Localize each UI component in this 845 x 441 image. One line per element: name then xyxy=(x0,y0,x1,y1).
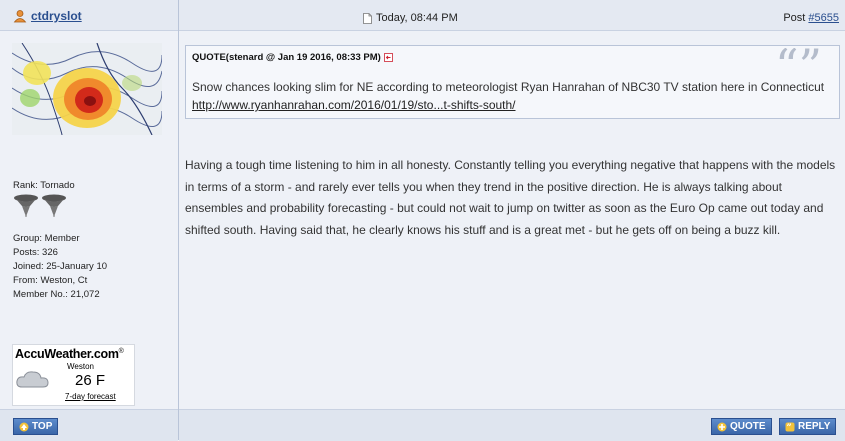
member-joined: Joined: 25-January 10 xyxy=(13,261,108,272)
user-icon xyxy=(13,9,27,23)
weather-temp: 26 F xyxy=(75,372,106,389)
post-body-text: Having a tough time listening to him in … xyxy=(185,158,836,237)
quote-header: QUOTE(stenard @ Jan 19 2016, 08:33 PM) xyxy=(192,52,393,63)
arrow-up-icon xyxy=(19,422,29,432)
avatar xyxy=(11,42,163,136)
top-button-label: TOP xyxy=(32,421,53,432)
member-from: From: Weston, Ct xyxy=(13,275,88,286)
seven-day-forecast-link[interactable]: 7-day forecast xyxy=(65,392,116,401)
svg-text:“”: “” xyxy=(775,48,822,80)
quote-block: QUOTE(stenard @ Jan 19 2016, 08:33 PM) “… xyxy=(185,39,840,119)
accuweather-brand-suffix: .com xyxy=(90,347,119,361)
post-date: Today, 08:44 PM xyxy=(376,12,458,24)
post-author-header: ctdryslot xyxy=(0,0,178,31)
quote-header-text: QUOTE(stenard @ Jan 19 2016, 08:33 PM) xyxy=(192,52,381,63)
rank-icons xyxy=(13,194,67,218)
username-link[interactable]: ctdryslot xyxy=(31,9,82,23)
quote-button[interactable]: QUOTE xyxy=(711,418,772,435)
accuweather-logo: AccuWeather.com® xyxy=(15,347,124,361)
document-icon xyxy=(363,12,372,24)
username-wrap: ctdryslot xyxy=(13,9,82,23)
quote-url-link[interactable]: http://www.ryanhanrahan.com/2016/01/19/s… xyxy=(192,98,516,112)
quote-text: Snow chances looking slim for NE accordi… xyxy=(192,80,825,94)
accuweather-brand: AccuWeather xyxy=(15,347,91,361)
post-number-link[interactable]: #5655 xyxy=(808,12,839,24)
reply-button-label: REPLY xyxy=(798,421,831,432)
member-details: Group: Member Posts: 326 Joined: 25-Janu… xyxy=(13,232,107,302)
quote-button-label: QUOTE xyxy=(730,421,766,432)
member-posts: Posts: 326 xyxy=(13,247,58,258)
accuweather-registered-mark: ® xyxy=(118,347,124,355)
tornado-icon xyxy=(13,194,39,218)
post-number-wrap: Post #5655 xyxy=(783,12,839,24)
author-sidebar: Rank: Tornado Group: Member Posts: 326 J… xyxy=(0,31,178,409)
post-date-wrap: Today, 08:44 PM xyxy=(363,12,458,24)
cloud-icon xyxy=(16,369,50,389)
top-button[interactable]: TOP xyxy=(13,418,59,435)
quote-jump-icon[interactable] xyxy=(383,53,393,62)
plus-icon xyxy=(717,422,727,432)
quote-mark-icon: “” xyxy=(775,39,831,93)
footer-right: QUOTE ” REPLY xyxy=(179,409,845,441)
forum-post: ctdryslot Today, 08:44 PM Post #5655 Ran… xyxy=(0,0,845,441)
reply-button[interactable]: ” REPLY xyxy=(779,418,837,435)
footer-left: TOP xyxy=(0,409,178,441)
member-group: Group: Member xyxy=(13,233,80,244)
svg-text:”: ” xyxy=(787,423,792,432)
weather-widget[interactable]: AccuWeather.com® Weston 26 F 7-day forec… xyxy=(12,344,135,406)
member-number: Member No.: 21,072 xyxy=(13,289,100,300)
post-meta-header: Today, 08:44 PM Post #5655 xyxy=(179,0,845,31)
user-rank: Rank: Tornado xyxy=(13,180,75,191)
weather-city: Weston xyxy=(67,362,94,371)
post-content: QUOTE(stenard @ Jan 19 2016, 08:33 PM) “… xyxy=(179,31,845,409)
tornado-icon xyxy=(41,194,67,218)
reply-quote-icon: ” xyxy=(785,422,795,433)
post-number-prefix: Post xyxy=(783,12,809,24)
